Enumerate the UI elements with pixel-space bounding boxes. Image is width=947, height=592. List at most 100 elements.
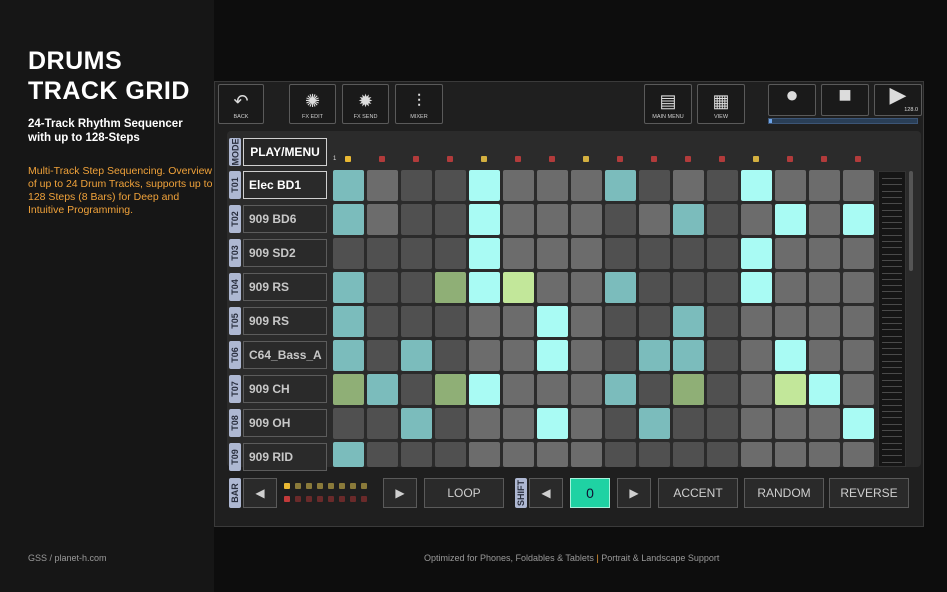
mixer-button[interactable]: ⫶ MIXER xyxy=(395,84,443,124)
step-pad[interactable] xyxy=(809,408,840,439)
step-pad[interactable] xyxy=(435,306,466,337)
step-pad[interactable] xyxy=(843,238,874,269)
stop-button[interactable]: ■ xyxy=(821,84,869,116)
step-pad[interactable] xyxy=(707,374,738,405)
play-menu-button[interactable]: PLAY/MENU xyxy=(243,138,327,166)
step-pad[interactable] xyxy=(333,272,364,303)
loop-button[interactable]: LOOP xyxy=(424,478,504,508)
step-pad[interactable] xyxy=(775,238,806,269)
step-pad[interactable] xyxy=(571,340,602,371)
step-pad[interactable] xyxy=(843,442,874,467)
step-pad[interactable] xyxy=(673,340,704,371)
step-pad[interactable] xyxy=(401,272,432,303)
step-pad[interactable] xyxy=(537,272,568,303)
step-pad[interactable] xyxy=(537,442,568,467)
step-pad[interactable] xyxy=(741,374,772,405)
step-pad[interactable] xyxy=(707,272,738,303)
step-pad[interactable] xyxy=(401,340,432,371)
step-pad[interactable] xyxy=(333,170,364,201)
step-pad[interactable] xyxy=(503,374,534,405)
step-pad[interactable] xyxy=(367,204,398,235)
step-pad[interactable] xyxy=(469,442,500,467)
step-pad[interactable] xyxy=(673,408,704,439)
step-pad[interactable] xyxy=(435,340,466,371)
step-pad[interactable] xyxy=(775,306,806,337)
step-pad[interactable] xyxy=(571,170,602,201)
step-pad[interactable] xyxy=(503,238,534,269)
step-pad[interactable] xyxy=(673,306,704,337)
step-pad[interactable] xyxy=(639,408,670,439)
step-pad[interactable] xyxy=(333,204,364,235)
step-pad[interactable] xyxy=(571,442,602,467)
step-pad[interactable] xyxy=(707,442,738,467)
accent-button[interactable]: ACCENT xyxy=(658,478,738,508)
step-pad[interactable] xyxy=(367,170,398,201)
track-name-button[interactable]: 909 SD2 xyxy=(243,239,327,267)
back-button[interactable]: ↶ BACK xyxy=(218,84,264,124)
step-pad[interactable] xyxy=(843,408,874,439)
step-pad[interactable] xyxy=(707,238,738,269)
step-pad[interactable] xyxy=(639,272,670,303)
track-name-button[interactable]: 909 RID xyxy=(243,443,327,471)
play-button[interactable]: ▶ 128.0 xyxy=(874,84,922,116)
track-name-button[interactable]: 909 RS xyxy=(243,273,327,301)
step-pad[interactable] xyxy=(809,374,840,405)
step-pad[interactable] xyxy=(333,238,364,269)
main-menu-button[interactable]: ▤ MAIN MENU xyxy=(644,84,692,124)
step-pad[interactable] xyxy=(469,340,500,371)
step-pad[interactable] xyxy=(605,272,636,303)
step-pad[interactable] xyxy=(809,272,840,303)
step-pad[interactable] xyxy=(537,408,568,439)
step-pad[interactable] xyxy=(639,442,670,467)
step-pad[interactable] xyxy=(401,408,432,439)
step-pad[interactable] xyxy=(809,204,840,235)
step-pad[interactable] xyxy=(367,408,398,439)
step-pad[interactable] xyxy=(775,442,806,467)
step-pad[interactable] xyxy=(469,306,500,337)
step-pad[interactable] xyxy=(673,374,704,405)
step-pad[interactable] xyxy=(707,408,738,439)
step-pad[interactable] xyxy=(673,238,704,269)
step-pad[interactable] xyxy=(469,238,500,269)
step-pad[interactable] xyxy=(401,170,432,201)
bar-next-button[interactable]: ▶ xyxy=(383,478,417,508)
step-pad[interactable] xyxy=(673,170,704,201)
step-pad[interactable] xyxy=(367,340,398,371)
step-pad[interactable] xyxy=(537,340,568,371)
track-name-button[interactable]: C64_Bass_A xyxy=(243,341,327,369)
step-pad[interactable] xyxy=(843,170,874,201)
step-pad[interactable] xyxy=(741,204,772,235)
step-pad[interactable] xyxy=(741,408,772,439)
step-pad[interactable] xyxy=(435,408,466,439)
step-pad[interactable] xyxy=(401,204,432,235)
step-pad[interactable] xyxy=(605,374,636,405)
step-pad[interactable] xyxy=(469,204,500,235)
step-pad[interactable] xyxy=(639,374,670,405)
step-pad[interactable] xyxy=(775,374,806,405)
step-pad[interactable] xyxy=(401,306,432,337)
step-pad[interactable] xyxy=(605,170,636,201)
step-pad[interactable] xyxy=(707,340,738,371)
fx-send-button[interactable]: ✹ FX SEND xyxy=(342,84,389,124)
step-pad[interactable] xyxy=(741,306,772,337)
step-pad[interactable] xyxy=(741,442,772,467)
step-pad[interactable] xyxy=(367,272,398,303)
step-pad[interactable] xyxy=(571,408,602,439)
view-button[interactable]: ▦ VIEW xyxy=(697,84,745,124)
step-pad[interactable] xyxy=(775,340,806,371)
step-pad[interactable] xyxy=(571,374,602,405)
step-pad[interactable] xyxy=(333,442,364,467)
step-pad[interactable] xyxy=(503,340,534,371)
step-pad[interactable] xyxy=(707,306,738,337)
step-pad[interactable] xyxy=(571,272,602,303)
step-pad[interactable] xyxy=(673,442,704,467)
reverse-button[interactable]: REVERSE xyxy=(829,478,909,508)
step-pad[interactable] xyxy=(605,306,636,337)
step-pad[interactable] xyxy=(435,374,466,405)
step-pad[interactable] xyxy=(809,170,840,201)
step-pad[interactable] xyxy=(503,204,534,235)
step-pad[interactable] xyxy=(775,408,806,439)
step-pad[interactable] xyxy=(741,238,772,269)
shift-left-button[interactable]: ◀ xyxy=(529,478,563,508)
step-pad[interactable] xyxy=(741,272,772,303)
